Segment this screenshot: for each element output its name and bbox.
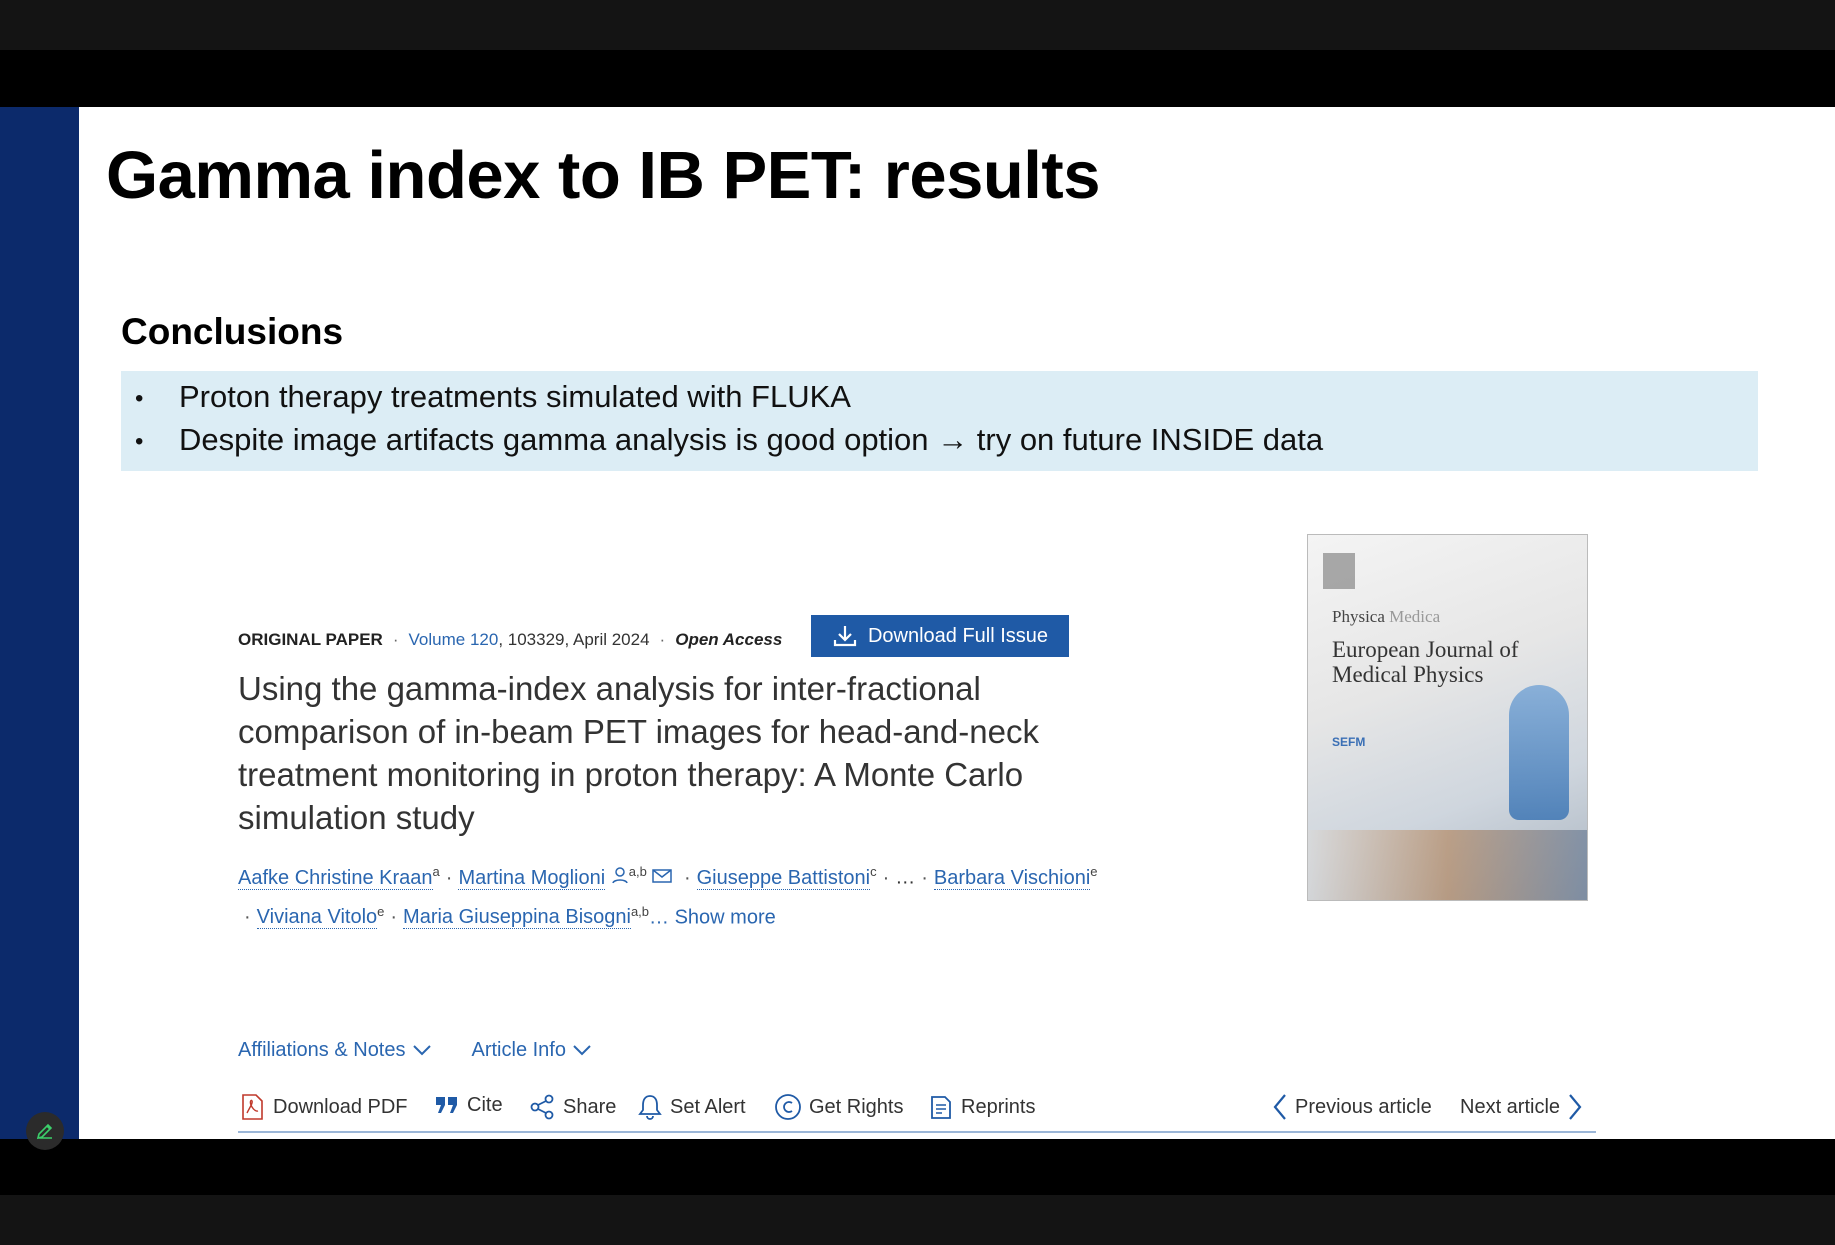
author-link[interactable]: Giuseppe Battistoni: [696, 866, 871, 890]
chevron-right-icon: [1569, 1094, 1582, 1120]
set-alert-button[interactable]: Set Alert: [637, 1093, 746, 1121]
pencil-icon: [36, 1123, 53, 1140]
copyright-icon: [775, 1094, 801, 1120]
author-link[interactable]: Barbara Vischioni: [933, 866, 1091, 890]
author-link[interactable]: Maria Giuseppina Bisogni: [403, 906, 631, 930]
bullet-dot: •: [135, 427, 144, 455]
chevron-left-icon: [1273, 1094, 1286, 1120]
affiliations-toggle[interactable]: Affiliations & Notes: [238, 1039, 432, 1062]
article-toolbar: Download PDF Cite Share Set Alert Get Ri…: [238, 1087, 1596, 1133]
reprints-icon: [931, 1096, 951, 1119]
reprints-button[interactable]: Reprints: [928, 1093, 1035, 1121]
download-pdf-button[interactable]: Download PDF: [238, 1093, 408, 1121]
slide-title: Gamma index to IB PET: results: [106, 138, 1101, 213]
cover-association: SEFM: [1332, 735, 1366, 749]
chevron-down-icon: [572, 1039, 592, 1062]
article-expanders: Affiliations & Notes Article Info: [238, 1039, 592, 1062]
open-access-label: Open Access: [675, 630, 783, 649]
author-link[interactable]: Martina Moglioni: [458, 866, 606, 890]
volume-link[interactable]: Volume 120: [409, 630, 499, 649]
show-more-link[interactable]: … Show more: [649, 906, 776, 928]
presentation-slide: Gamma index to IB PET: results Conclusio…: [0, 107, 1835, 1139]
article-info-toggle[interactable]: Article Info: [472, 1039, 592, 1062]
article-type: ORIGINAL PAPER: [238, 630, 383, 649]
article-title: Using the gamma-index analysis for inter…: [238, 670, 1039, 836]
conclusions-box: • Proton therapy treatments simulated wit…: [121, 371, 1758, 471]
top-letterbox: [0, 0, 1835, 50]
bell-icon: [638, 1095, 662, 1120]
cite-button[interactable]: Cite: [434, 1093, 503, 1117]
conclusion-bullet: • Despite image artifacts gamma analysis …: [135, 422, 1324, 457]
download-icon: [833, 626, 857, 647]
journal-cover-title: European Journal of Medical Physics: [1332, 637, 1519, 687]
share-icon: [530, 1094, 554, 1120]
article-ref: , 103329, April 2024: [498, 630, 650, 649]
next-article-link[interactable]: Next article: [1460, 1093, 1583, 1121]
bullet-dot: •: [135, 384, 144, 412]
pdf-icon: [242, 1094, 263, 1120]
article-meta: ORIGINAL PAPER · Volume 120, 103329, Apr…: [238, 630, 783, 649]
journal-cover-image: Physica Medica European Journal of Medic…: [1307, 534, 1588, 901]
author-list: Aafke Christine Kraana · Martina Moglioni …: [238, 864, 1098, 930]
email-icon[interactable]: [652, 868, 673, 884]
author-link[interactable]: Viviana Vitolo: [256, 906, 378, 930]
slide-sidebar-stripe: [0, 107, 79, 1139]
author-link[interactable]: Aafke Christine Kraan: [238, 866, 433, 890]
conclusions-heading: Conclusions: [121, 311, 344, 352]
cover-band: [1308, 830, 1587, 900]
quote-icon: [436, 1097, 457, 1113]
edit-pencil-button[interactable]: [26, 1112, 64, 1150]
person-icon: [612, 866, 628, 884]
chevron-down-icon: [412, 1039, 432, 1062]
get-rights-button[interactable]: Get Rights: [774, 1093, 903, 1121]
download-full-issue-button[interactable]: Download Full Issue: [811, 615, 1069, 657]
conclusion-bullet: • Proton therapy treatments simulated wit…: [135, 379, 851, 414]
bottom-letterbox: [0, 1195, 1835, 1245]
publisher-logo-icon: [1323, 553, 1355, 589]
share-button[interactable]: Share: [528, 1093, 616, 1121]
previous-article-link[interactable]: Previous article: [1272, 1093, 1432, 1121]
body-figure-icon: [1509, 685, 1569, 820]
